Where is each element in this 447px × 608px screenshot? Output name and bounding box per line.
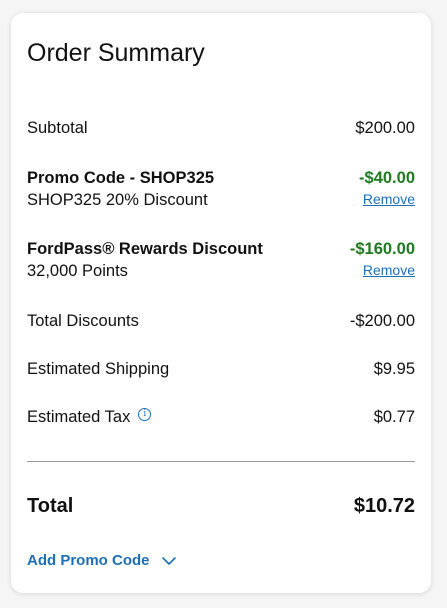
- tax-row: Estimated Tax i $0.77: [27, 406, 415, 428]
- subtotal-value: $200.00: [355, 119, 415, 137]
- promo-code-description: SHOP325 20% Discount: [27, 191, 208, 209]
- total-value: $10.72: [353, 495, 415, 517]
- total-row: Total $10.72: [27, 493, 415, 519]
- rewards-discount-value: -$160.00: [349, 240, 415, 258]
- total-label: Total: [27, 495, 74, 517]
- add-promo-code-button[interactable]: Add Promo Code: [27, 552, 176, 569]
- promo-code-info: Promo Code - SHOP325 SHOP325 20% Discoun…: [27, 167, 214, 211]
- rewards-amount-group: -$160.00 Remove: [350, 238, 415, 278]
- tax-label: Estimated Tax: [27, 408, 131, 426]
- tax-label-group: Estimated Tax i: [27, 406, 152, 428]
- promo-code-row: Promo Code - SHOP325 SHOP325 20% Discoun…: [27, 167, 415, 211]
- order-summary-title: Order Summary: [27, 39, 205, 67]
- promo-code-amount-group: -$40.00 Remove: [359, 167, 415, 207]
- total-discounts-row: Total Discounts -$200.00: [27, 310, 415, 332]
- subtotal-row: Subtotal $200.00: [27, 117, 415, 139]
- order-summary-card: Order Summary Subtotal $200.00 Promo Cod…: [11, 13, 431, 593]
- remove-promo-link[interactable]: Remove: [359, 191, 415, 207]
- rewards-discount-row: FordPass® Rewards Discount 32,000 Points…: [27, 238, 415, 282]
- shipping-label: Estimated Shipping: [27, 360, 170, 378]
- subtotal-label: Subtotal: [27, 119, 88, 137]
- promo-code-label: Promo Code - SHOP325: [27, 169, 215, 187]
- remove-rewards-link[interactable]: Remove: [350, 262, 415, 278]
- total-discounts-label: Total Discounts: [27, 312, 139, 330]
- promo-discount-value: -$40.00: [359, 169, 415, 187]
- chevron-down-icon: [161, 556, 176, 565]
- rewards-points: 32,000 Points: [27, 262, 128, 280]
- divider: [27, 461, 415, 462]
- tax-value: $0.77: [373, 408, 415, 426]
- rewards-discount-info: FordPass® Rewards Discount 32,000 Points: [27, 238, 263, 282]
- total-discounts-value: -$200.00: [349, 312, 415, 330]
- add-promo-code-label: Add Promo Code: [27, 552, 150, 569]
- shipping-value: $9.95: [373, 360, 415, 378]
- info-icon[interactable]: i: [138, 408, 152, 421]
- rewards-discount-label: FordPass® Rewards Discount: [27, 240, 263, 258]
- shipping-row: Estimated Shipping $9.95: [27, 358, 415, 380]
